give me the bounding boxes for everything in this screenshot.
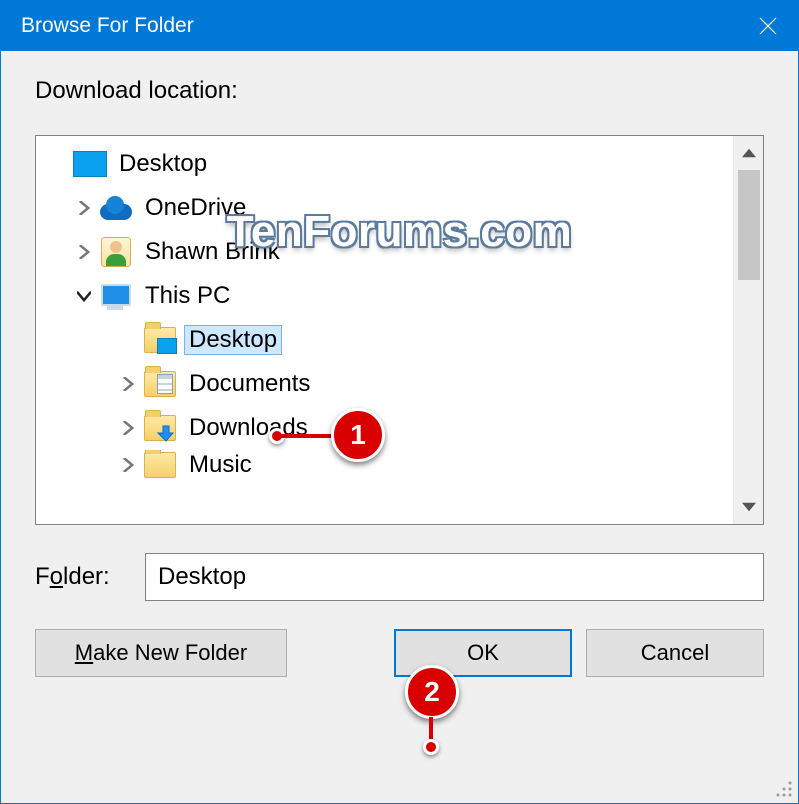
user-folder-icon (98, 234, 134, 270)
tree-item-this-pc[interactable]: This PC (36, 274, 733, 318)
folder-documents-icon (142, 366, 178, 402)
close-icon (759, 17, 777, 35)
make-new-folder-button[interactable]: Make New Folder (35, 629, 287, 677)
folder-name-input[interactable] (145, 553, 764, 601)
tree-item-label: Desktop (114, 149, 212, 179)
tree-item-label: Music (184, 450, 257, 480)
tree-item-label: This PC (140, 281, 235, 311)
chevron-right-icon[interactable] (70, 245, 98, 259)
scroll-up-button[interactable] (734, 136, 763, 170)
chevron-down-icon[interactable] (70, 289, 98, 303)
tree-item-label: Downloads (184, 413, 313, 443)
tree-item-downloads[interactable]: Downloads (36, 406, 733, 450)
tree-item-label: Shawn Brink (140, 237, 285, 267)
folder-label: Folder: (35, 563, 145, 591)
chevron-right-icon[interactable] (114, 458, 142, 472)
folder-field-row: Folder: (35, 553, 764, 601)
annotation-2: 2 (401, 665, 471, 775)
chevron-right-icon[interactable] (114, 421, 142, 435)
tree-item-label: OneDrive (140, 193, 251, 223)
chevron-right-icon[interactable] (70, 201, 98, 215)
ok-button[interactable]: OK (394, 629, 572, 677)
tree-item-label: Documents (184, 369, 315, 399)
tree-item-user[interactable]: Shawn Brink (36, 230, 733, 274)
tree-item-documents[interactable]: Documents (36, 362, 733, 406)
prompt-label: Download location: (35, 77, 764, 105)
tree-item-desktop-root[interactable]: Desktop (36, 142, 733, 186)
resize-grip[interactable] (774, 779, 794, 799)
scroll-down-button[interactable] (734, 490, 763, 524)
scroll-track[interactable] (734, 280, 763, 490)
titlebar: Browse For Folder (1, 1, 798, 51)
desktop-root-icon (72, 146, 108, 182)
chevron-right-icon[interactable] (114, 377, 142, 391)
folder-music-icon (142, 450, 178, 480)
vertical-scrollbar[interactable] (733, 136, 763, 524)
window-title: Browse For Folder (21, 14, 194, 38)
folder-desktop-icon (142, 322, 178, 358)
folder-tree-container: Desktop OneDrive Shawn Brink This PC (35, 135, 764, 525)
dialog-body: Download location: TenForums.com Desktop… (1, 51, 798, 803)
cancel-button[interactable]: Cancel (586, 629, 764, 677)
browse-for-folder-dialog: Browse For Folder Download location: Ten… (0, 0, 799, 804)
tree-item-music[interactable]: Music (36, 450, 733, 480)
scroll-thumb[interactable] (738, 170, 760, 280)
this-pc-icon (98, 278, 134, 314)
tree-item-desktop[interactable]: Desktop (36, 318, 733, 362)
tree-item-onedrive[interactable]: OneDrive (36, 186, 733, 230)
close-button[interactable] (738, 1, 798, 51)
tree-item-label: Desktop (184, 325, 282, 355)
button-row: Make New Folder OK Cancel (35, 629, 764, 677)
onedrive-icon (98, 190, 134, 226)
folder-downloads-icon (142, 410, 178, 446)
folder-tree[interactable]: Desktop OneDrive Shawn Brink This PC (36, 136, 733, 524)
